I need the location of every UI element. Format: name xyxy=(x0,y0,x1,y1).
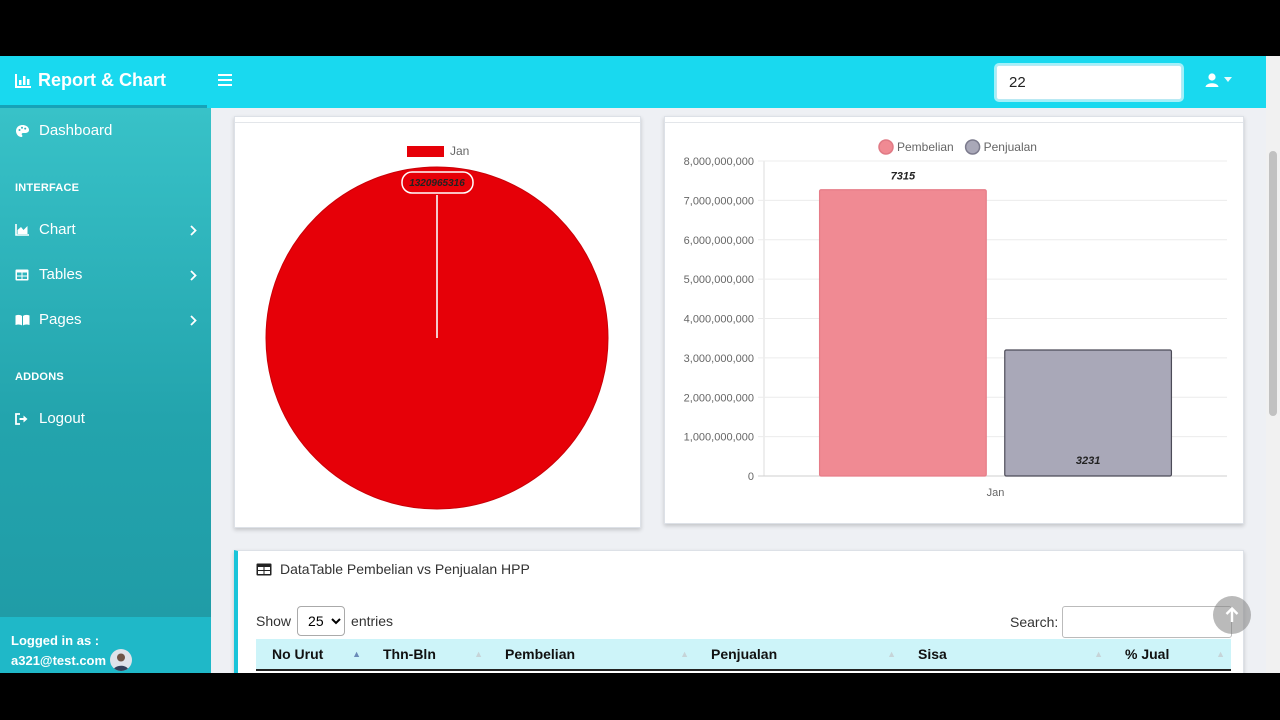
bar-y-ticks: 0 1,000,000,000 2,000,000,000 3,000,000,000… xyxy=(684,156,754,483)
sort-icon: ▲ xyxy=(1094,649,1103,659)
datatable-card: DataTable Pembelian vs Penjualan HPP Sho… xyxy=(234,550,1244,673)
scroll-to-top-button[interactable] xyxy=(1213,596,1251,634)
sidebar-item-dashboard[interactable]: Dashboard xyxy=(15,122,197,139)
column-header-label: Sisa xyxy=(918,646,947,662)
bar-legend-label[interactable]: Pembelian xyxy=(897,140,954,154)
y-tick-label: 4,000,000,000 xyxy=(684,314,754,326)
pie-chart-card: Jan 1320965316 xyxy=(234,116,641,528)
card-header-divider xyxy=(235,122,640,123)
column-header-persen-jual[interactable]: % Jual ▲ xyxy=(1109,639,1231,669)
column-header-penjualan[interactable]: Penjualan ▲ xyxy=(695,639,902,669)
column-header-label: Pembelian xyxy=(505,646,576,662)
pie-chart: Jan 1320965316 xyxy=(265,144,609,510)
top-navbar: Report & Chart xyxy=(0,56,1266,108)
avatar[interactable] xyxy=(110,649,132,671)
pie-value-label: 1320965316 xyxy=(409,178,465,189)
y-tick-label: 8,000,000,000 xyxy=(684,156,754,168)
sidebar-item-label: Dashboard xyxy=(39,122,113,139)
menu-toggle-icon[interactable] xyxy=(218,74,232,86)
show-label: Show xyxy=(256,613,292,629)
chevron-right-icon xyxy=(190,268,197,285)
table-icon xyxy=(15,269,31,281)
y-tick-label: 3,000,000,000 xyxy=(684,353,754,365)
datatable-header: DataTable Pembelian vs Penjualan HPP xyxy=(256,561,530,577)
y-tick-label: 5,000,000,000 xyxy=(684,274,754,286)
logged-in-panel: Logged in as : a321@test.com xyxy=(0,617,211,673)
table-search: Search: xyxy=(1010,606,1233,638)
caret-down-icon xyxy=(1224,77,1232,82)
bar-x-ticks: Jan xyxy=(987,487,1005,499)
search-label: Search: xyxy=(1010,614,1059,630)
sidebar-item-tables[interactable]: Tables xyxy=(15,266,197,283)
bar-marks: 7315 3231 xyxy=(818,171,1173,477)
table-search-input[interactable] xyxy=(1062,606,1233,638)
bar-data-label: 7315 xyxy=(891,171,916,183)
chevron-right-icon xyxy=(190,223,197,240)
sidebar-item-logout[interactable]: Logout xyxy=(15,410,197,427)
pie-legend-swatch[interactable] xyxy=(407,146,444,157)
table-header-row: No Urut ▲ Thn-Bln ▲ Pembelian ▲ Penjualan ▲ … xyxy=(256,639,1231,671)
entries-select[interactable]: 25 xyxy=(297,606,346,636)
area-chart-icon xyxy=(15,223,31,236)
bar-pembelian[interactable] xyxy=(818,189,987,477)
palette-icon xyxy=(15,124,31,138)
bar-legend-label[interactable]: Penjualan xyxy=(984,140,1037,154)
bar-legend-swatch[interactable] xyxy=(878,139,894,155)
x-tick-label: Jan xyxy=(987,487,1005,499)
datatable-title: DataTable Pembelian vs Penjualan HPP xyxy=(280,561,530,577)
bar-chart: Pembelian Penjualan 0 1,000,000,000 2,000,0… xyxy=(684,139,1227,499)
sort-icon: ▲ xyxy=(1216,649,1225,659)
column-header-pembelian[interactable]: Pembelian ▲ xyxy=(489,639,695,669)
column-header-thn-bln[interactable]: Thn-Bln ▲ xyxy=(367,639,489,669)
y-tick-label: 2,000,000,000 xyxy=(684,392,754,404)
logged-in-label: Logged in as : xyxy=(11,633,100,648)
y-tick-label: 0 xyxy=(748,471,754,483)
sign-out-icon xyxy=(15,412,31,425)
column-header-no-urut[interactable]: No Urut ▲ xyxy=(256,639,367,669)
navbar-search-input[interactable] xyxy=(996,65,1182,100)
bar-legend: Pembelian Penjualan xyxy=(878,139,1037,155)
column-header-label: Thn-Bln xyxy=(383,646,436,662)
sidebar-item-chart[interactable]: Chart xyxy=(15,221,197,238)
brand[interactable]: Report & Chart xyxy=(0,56,207,108)
brand-text: Report & Chart xyxy=(38,70,167,90)
y-tick-label: 1,000,000,000 xyxy=(684,432,754,444)
bar-chart-icon xyxy=(14,73,32,89)
app-viewport: Report & Chart Dashboard INTERFACE Chart xyxy=(0,56,1280,673)
column-header-label: % Jual xyxy=(1125,646,1170,662)
arrow-up-icon xyxy=(1225,607,1239,622)
column-header-label: Penjualan xyxy=(711,646,778,662)
y-tick-label: 6,000,000,000 xyxy=(684,235,754,247)
scrollbar-thumb[interactable] xyxy=(1269,151,1277,416)
sidebar: Dashboard INTERFACE Chart Tables Pages A… xyxy=(0,108,211,673)
sidebar-item-label: Tables xyxy=(39,266,83,283)
column-header-label: No Urut xyxy=(272,646,324,662)
sidebar-item-label: Logout xyxy=(39,410,85,427)
column-header-sisa[interactable]: Sisa ▲ xyxy=(902,639,1109,669)
y-tick-label: 7,000,000,000 xyxy=(684,195,754,207)
bar-chart-card: Pembelian Penjualan 0 1,000,000,000 2,000,0… xyxy=(664,116,1244,524)
chevron-right-icon xyxy=(190,313,197,330)
sidebar-item-label: Pages xyxy=(39,311,82,328)
entries-label: entries xyxy=(351,613,394,629)
user-menu[interactable] xyxy=(1204,72,1232,88)
sidebar-item-pages[interactable]: Pages xyxy=(15,311,197,328)
sort-icon: ▲ xyxy=(474,649,483,659)
book-open-icon xyxy=(15,314,31,326)
sidebar-item-label: Chart xyxy=(39,221,76,238)
sort-asc-icon: ▲ xyxy=(352,649,361,659)
sort-icon: ▲ xyxy=(887,649,896,659)
table-icon xyxy=(256,563,272,575)
card-header-divider xyxy=(665,122,1243,123)
user-icon xyxy=(1205,73,1219,87)
bar-legend-swatch[interactable] xyxy=(964,139,981,155)
sidebar-heading-addons: ADDONS xyxy=(15,371,64,383)
sidebar-heading-interface: INTERFACE xyxy=(15,182,80,194)
length-control: Show 25 entries xyxy=(256,606,393,636)
page-scrollbar[interactable] xyxy=(1266,56,1280,673)
pie-legend-label[interactable]: Jan xyxy=(450,144,469,158)
sort-icon: ▲ xyxy=(680,649,689,659)
bar-data-label: 3231 xyxy=(1076,455,1100,467)
